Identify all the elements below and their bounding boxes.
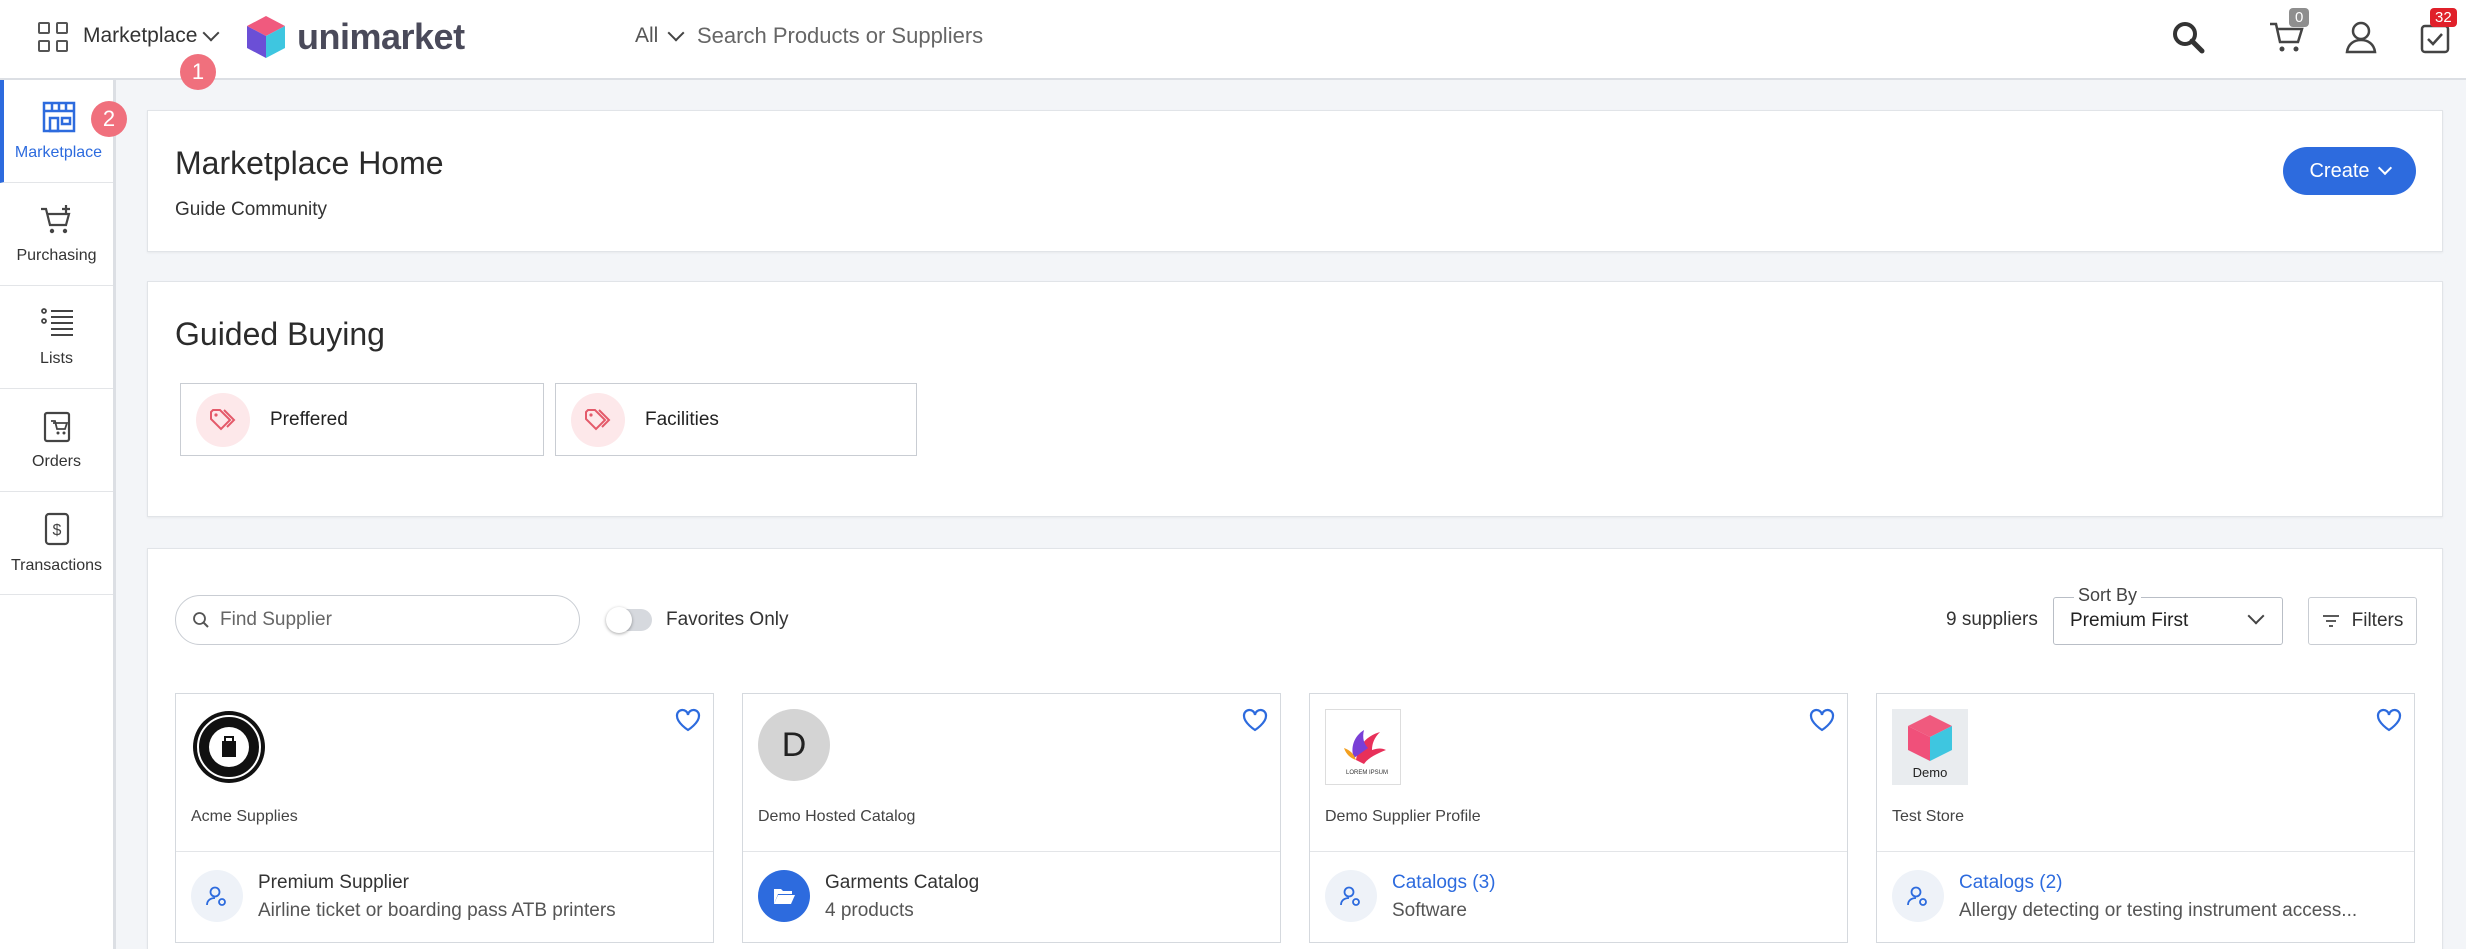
- cart-count-badge: 0: [2289, 8, 2310, 27]
- tag-icon: [196, 392, 250, 447]
- marketplace-menu-label: Marketplace: [83, 24, 198, 47]
- brand-logo[interactable]: unimarket: [245, 14, 465, 60]
- supplier-profile-icon: [1892, 870, 1944, 922]
- sidebar-item-label: Lists: [40, 350, 73, 367]
- svg-text:$: $: [52, 522, 61, 539]
- supplier-count: 9 suppliers: [1946, 609, 2038, 630]
- supplier-category: Software: [1392, 900, 1467, 921]
- tag-icon: [571, 392, 625, 447]
- guided-buying-tile-label: Facilities: [645, 408, 719, 430]
- search-input[interactable]: [697, 20, 1297, 52]
- user-icon[interactable]: [2340, 16, 2382, 58]
- create-button[interactable]: Create: [2283, 147, 2416, 195]
- unimarket-logo-icon: [247, 16, 285, 58]
- filters-button[interactable]: Filters: [2308, 597, 2417, 645]
- cart-add-icon: [40, 205, 70, 234]
- search-icon: [193, 612, 209, 628]
- card-divider: [176, 851, 713, 852]
- catalogs-link[interactable]: Catalogs (2): [1959, 872, 2063, 894]
- find-supplier-input[interactable]: [220, 609, 550, 631]
- favorites-only-toggle[interactable]: [606, 607, 652, 633]
- suppliers-card: Favorites Only 9 suppliers Sort By Premi…: [147, 548, 2443, 949]
- list-icon: [40, 308, 73, 336]
- chevron-down-icon: [2247, 607, 2265, 625]
- supplier-name: Test Store: [1892, 808, 1965, 825]
- favorite-heart-icon[interactable]: [1809, 708, 1835, 737]
- marketplace-menu[interactable]: Marketplace: [83, 24, 220, 48]
- tasks-count-badge: 32: [2430, 8, 2457, 27]
- favorite-heart-icon[interactable]: [2376, 708, 2402, 737]
- step-marker-2: 2: [91, 101, 127, 137]
- sidebar-item-lists[interactable]: Lists: [0, 286, 113, 389]
- search-scope-dropdown[interactable]: All: [635, 24, 685, 48]
- top-bar: Marketplace 1 unimarket All 0 32: [0, 0, 2466, 90]
- guided-buying-title: Guided Buying: [175, 316, 385, 352]
- favorites-only-label: Favorites Only: [666, 609, 789, 630]
- sidebar-item-label: Orders: [32, 453, 81, 470]
- supplier-logo-acme: [191, 709, 267, 785]
- step-marker-1: 1: [180, 54, 216, 90]
- catalog-name: Garments Catalog: [825, 872, 980, 893]
- sidebar-item-orders[interactable]: Orders: [0, 389, 113, 492]
- page-subtitle: Guide Community: [175, 199, 328, 220]
- sort-by-label: Sort By: [2074, 585, 2142, 606]
- guided-buying-tile-label: Preffered: [270, 408, 348, 430]
- folder-open-icon: [758, 870, 810, 922]
- card-divider: [1310, 851, 1847, 852]
- sidebar: Marketplace Purchasing Lists Orders $ Tr…: [0, 80, 116, 949]
- brand-name: unimarket: [297, 16, 465, 57]
- search-icon[interactable]: [2167, 16, 2209, 58]
- favorite-heart-icon[interactable]: [675, 708, 701, 737]
- sidebar-item-purchasing[interactable]: Purchasing: [0, 183, 113, 286]
- supplier-logo-demo: Demo: [1892, 709, 1968, 785]
- chevron-down-icon: [2377, 160, 2392, 176]
- sidebar-item-transactions[interactable]: $ Transactions: [0, 492, 113, 595]
- sort-by-value: Premium First: [2070, 610, 2189, 631]
- supplier-description: Airline ticket or boarding pass ATB prin…: [258, 900, 616, 921]
- supplier-category: Allergy detecting or testing instrument …: [1959, 900, 2358, 921]
- supplier-card-acme[interactable]: Acme Supplies Premium Supplier Airline t…: [175, 693, 714, 943]
- favorite-heart-icon[interactable]: [1242, 708, 1268, 737]
- card-divider: [743, 851, 1280, 852]
- create-button-label: Create: [2309, 159, 2370, 182]
- supplier-logo-text: Demo: [1912, 765, 1948, 780]
- supplier-name: Demo Hosted Catalog: [758, 808, 916, 825]
- card-divider: [1877, 851, 2414, 852]
- transactions-icon: $: [44, 512, 69, 546]
- app-grid-icon[interactable]: [38, 22, 68, 52]
- store-icon: [42, 101, 75, 133]
- supplier-card-test-store[interactable]: Demo Test Store Catalogs (2) Allergy det…: [1876, 693, 2415, 943]
- page-title: Marketplace Home: [175, 145, 444, 181]
- supplier-card-demo-profile[interactable]: LOREM IPSUM Demo Supplier Profile Catalo…: [1309, 693, 1848, 943]
- supplier-tier: Premium Supplier: [258, 872, 409, 893]
- catalogs-link[interactable]: Catalogs (3): [1392, 872, 1496, 894]
- supplier-name: Acme Supplies: [191, 808, 298, 825]
- sidebar-item-label: Transactions: [11, 557, 102, 574]
- find-supplier-field: [175, 595, 580, 645]
- svg-text:LOREM IPSUM: LOREM IPSUM: [1346, 770, 1388, 776]
- guided-buying-tile-preffered[interactable]: Preffered: [180, 383, 544, 456]
- filter-lines-icon: [2322, 615, 2339, 627]
- guided-buying-tile-facilities[interactable]: Facilities: [555, 383, 917, 456]
- guided-buying-card: Guided Buying Preffered Facilities: [147, 281, 2443, 517]
- marketplace-home-card: Marketplace Home Guide Community Create: [147, 110, 2443, 252]
- sidebar-item-label: Purchasing: [16, 247, 97, 264]
- search-scope-label: All: [635, 24, 659, 47]
- supplier-profile-icon: [191, 870, 243, 922]
- sort-by-select[interactable]: Sort By Premium First: [2053, 585, 2283, 645]
- supplier-logo-bird: LOREM IPSUM: [1325, 709, 1401, 785]
- sidebar-item-label: Marketplace: [14, 144, 103, 161]
- supplier-name: Demo Supplier Profile: [1325, 808, 1481, 825]
- orders-icon: [43, 411, 70, 443]
- supplier-logo-letter: D: [758, 709, 830, 781]
- filters-button-label: Filters: [2351, 610, 2404, 631]
- catalog-product-count: 4 products: [825, 900, 914, 921]
- supplier-profile-icon: [1325, 870, 1377, 922]
- chevron-down-icon: [202, 24, 220, 42]
- supplier-card-demo-hosted[interactable]: D Demo Hosted Catalog Garments Catalog 4…: [742, 693, 1281, 943]
- chevron-down-icon: [667, 24, 685, 42]
